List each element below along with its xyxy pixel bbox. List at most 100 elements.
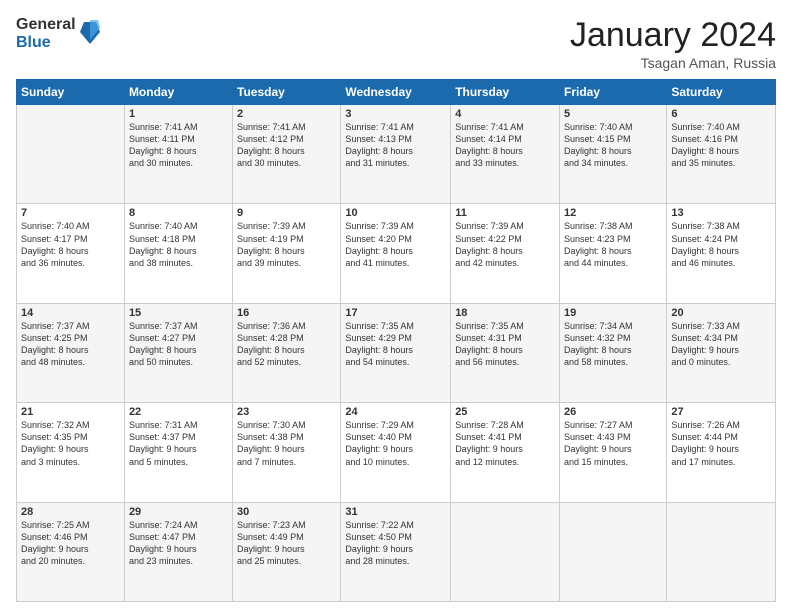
day-info: Sunrise: 7:40 AM Sunset: 4:16 PM Dayligh…: [671, 121, 771, 170]
day-number: 15: [129, 307, 228, 319]
day-info: Sunrise: 7:24 AM Sunset: 4:47 PM Dayligh…: [129, 519, 228, 568]
day-number: 2: [237, 108, 336, 120]
location: Tsagan Aman, Russia: [570, 55, 776, 71]
calendar-cell: 28Sunrise: 7:25 AM Sunset: 4:46 PM Dayli…: [17, 502, 125, 601]
day-info: Sunrise: 7:38 AM Sunset: 4:23 PM Dayligh…: [564, 220, 662, 269]
calendar-table: SundayMondayTuesdayWednesdayThursdayFrid…: [16, 79, 776, 602]
day-number: 25: [455, 406, 555, 418]
week-row-2: 7Sunrise: 7:40 AM Sunset: 4:17 PM Daylig…: [17, 204, 776, 303]
day-number: 22: [129, 406, 228, 418]
calendar-cell: 7Sunrise: 7:40 AM Sunset: 4:17 PM Daylig…: [17, 204, 125, 303]
day-number: 18: [455, 307, 555, 319]
day-number: 10: [345, 207, 446, 219]
calendar-cell: 20Sunrise: 7:33 AM Sunset: 4:34 PM Dayli…: [667, 303, 776, 402]
header-day-wednesday: Wednesday: [341, 80, 451, 105]
calendar-cell: 1Sunrise: 7:41 AM Sunset: 4:11 PM Daylig…: [124, 105, 232, 204]
calendar-cell: 23Sunrise: 7:30 AM Sunset: 4:38 PM Dayli…: [233, 403, 341, 502]
day-info: Sunrise: 7:41 AM Sunset: 4:11 PM Dayligh…: [129, 121, 228, 170]
day-number: 17: [345, 307, 446, 319]
calendar-cell: 11Sunrise: 7:39 AM Sunset: 4:22 PM Dayli…: [451, 204, 560, 303]
calendar-cell: 16Sunrise: 7:36 AM Sunset: 4:28 PM Dayli…: [233, 303, 341, 402]
calendar-cell: 8Sunrise: 7:40 AM Sunset: 4:18 PM Daylig…: [124, 204, 232, 303]
day-number: 9: [237, 207, 336, 219]
calendar-body: 1Sunrise: 7:41 AM Sunset: 4:11 PM Daylig…: [17, 105, 776, 602]
calendar-cell: 24Sunrise: 7:29 AM Sunset: 4:40 PM Dayli…: [341, 403, 451, 502]
day-info: Sunrise: 7:22 AM Sunset: 4:50 PM Dayligh…: [345, 519, 446, 568]
calendar-cell: [451, 502, 560, 601]
day-number: 29: [129, 506, 228, 518]
week-row-3: 14Sunrise: 7:37 AM Sunset: 4:25 PM Dayli…: [17, 303, 776, 402]
calendar-cell: 26Sunrise: 7:27 AM Sunset: 4:43 PM Dayli…: [560, 403, 667, 502]
logo-blue: Blue: [16, 34, 76, 52]
header-day-saturday: Saturday: [667, 80, 776, 105]
calendar-cell: 29Sunrise: 7:24 AM Sunset: 4:47 PM Dayli…: [124, 502, 232, 601]
calendar-cell: [667, 502, 776, 601]
logo-text: General Blue: [16, 16, 76, 51]
day-info: Sunrise: 7:39 AM Sunset: 4:19 PM Dayligh…: [237, 220, 336, 269]
day-info: Sunrise: 7:35 AM Sunset: 4:31 PM Dayligh…: [455, 320, 555, 369]
day-info: Sunrise: 7:34 AM Sunset: 4:32 PM Dayligh…: [564, 320, 662, 369]
day-info: Sunrise: 7:39 AM Sunset: 4:22 PM Dayligh…: [455, 220, 555, 269]
day-number: 1: [129, 108, 228, 120]
calendar-cell: 3Sunrise: 7:41 AM Sunset: 4:13 PM Daylig…: [341, 105, 451, 204]
day-number: 23: [237, 406, 336, 418]
header-day-monday: Monday: [124, 80, 232, 105]
day-number: 20: [671, 307, 771, 319]
day-info: Sunrise: 7:38 AM Sunset: 4:24 PM Dayligh…: [671, 220, 771, 269]
day-number: 30: [237, 506, 336, 518]
page: General Blue January 2024 Tsagan Aman, R…: [0, 0, 792, 612]
day-number: 13: [671, 207, 771, 219]
day-info: Sunrise: 7:40 AM Sunset: 4:17 PM Dayligh…: [21, 220, 120, 269]
day-info: Sunrise: 7:41 AM Sunset: 4:14 PM Dayligh…: [455, 121, 555, 170]
day-info: Sunrise: 7:40 AM Sunset: 4:15 PM Dayligh…: [564, 121, 662, 170]
day-info: Sunrise: 7:23 AM Sunset: 4:49 PM Dayligh…: [237, 519, 336, 568]
logo-icon: [80, 18, 100, 46]
day-number: 31: [345, 506, 446, 518]
day-number: 7: [21, 207, 120, 219]
calendar-header: SundayMondayTuesdayWednesdayThursdayFrid…: [17, 80, 776, 105]
month-title: January 2024: [570, 16, 776, 55]
calendar-cell: 6Sunrise: 7:40 AM Sunset: 4:16 PM Daylig…: [667, 105, 776, 204]
day-number: 24: [345, 406, 446, 418]
calendar-cell: 30Sunrise: 7:23 AM Sunset: 4:49 PM Dayli…: [233, 502, 341, 601]
header-day-thursday: Thursday: [451, 80, 560, 105]
header-row: SundayMondayTuesdayWednesdayThursdayFrid…: [17, 80, 776, 105]
calendar-cell: 14Sunrise: 7:37 AM Sunset: 4:25 PM Dayli…: [17, 303, 125, 402]
day-number: 4: [455, 108, 555, 120]
day-info: Sunrise: 7:40 AM Sunset: 4:18 PM Dayligh…: [129, 220, 228, 269]
day-number: 26: [564, 406, 662, 418]
calendar-cell: [560, 502, 667, 601]
calendar-cell: 21Sunrise: 7:32 AM Sunset: 4:35 PM Dayli…: [17, 403, 125, 502]
calendar-cell: 13Sunrise: 7:38 AM Sunset: 4:24 PM Dayli…: [667, 204, 776, 303]
calendar-cell: 4Sunrise: 7:41 AM Sunset: 4:14 PM Daylig…: [451, 105, 560, 204]
calendar-cell: 5Sunrise: 7:40 AM Sunset: 4:15 PM Daylig…: [560, 105, 667, 204]
day-info: Sunrise: 7:35 AM Sunset: 4:29 PM Dayligh…: [345, 320, 446, 369]
day-info: Sunrise: 7:28 AM Sunset: 4:41 PM Dayligh…: [455, 419, 555, 468]
header-day-friday: Friday: [560, 80, 667, 105]
day-number: 16: [237, 307, 336, 319]
calendar-cell: 31Sunrise: 7:22 AM Sunset: 4:50 PM Dayli…: [341, 502, 451, 601]
day-info: Sunrise: 7:36 AM Sunset: 4:28 PM Dayligh…: [237, 320, 336, 369]
calendar-cell: 10Sunrise: 7:39 AM Sunset: 4:20 PM Dayli…: [341, 204, 451, 303]
calendar-cell: 19Sunrise: 7:34 AM Sunset: 4:32 PM Dayli…: [560, 303, 667, 402]
day-number: 28: [21, 506, 120, 518]
header-day-tuesday: Tuesday: [233, 80, 341, 105]
day-number: 6: [671, 108, 771, 120]
calendar-cell: [17, 105, 125, 204]
calendar-cell: 2Sunrise: 7:41 AM Sunset: 4:12 PM Daylig…: [233, 105, 341, 204]
header-day-sunday: Sunday: [17, 80, 125, 105]
day-number: 8: [129, 207, 228, 219]
day-info: Sunrise: 7:41 AM Sunset: 4:13 PM Dayligh…: [345, 121, 446, 170]
day-info: Sunrise: 7:41 AM Sunset: 4:12 PM Dayligh…: [237, 121, 336, 170]
day-number: 3: [345, 108, 446, 120]
calendar-cell: 9Sunrise: 7:39 AM Sunset: 4:19 PM Daylig…: [233, 204, 341, 303]
calendar-cell: 25Sunrise: 7:28 AM Sunset: 4:41 PM Dayli…: [451, 403, 560, 502]
calendar-cell: 27Sunrise: 7:26 AM Sunset: 4:44 PM Dayli…: [667, 403, 776, 502]
day-number: 27: [671, 406, 771, 418]
header: General Blue January 2024 Tsagan Aman, R…: [16, 16, 776, 71]
day-number: 19: [564, 307, 662, 319]
day-number: 12: [564, 207, 662, 219]
day-info: Sunrise: 7:37 AM Sunset: 4:27 PM Dayligh…: [129, 320, 228, 369]
day-info: Sunrise: 7:27 AM Sunset: 4:43 PM Dayligh…: [564, 419, 662, 468]
day-number: 14: [21, 307, 120, 319]
